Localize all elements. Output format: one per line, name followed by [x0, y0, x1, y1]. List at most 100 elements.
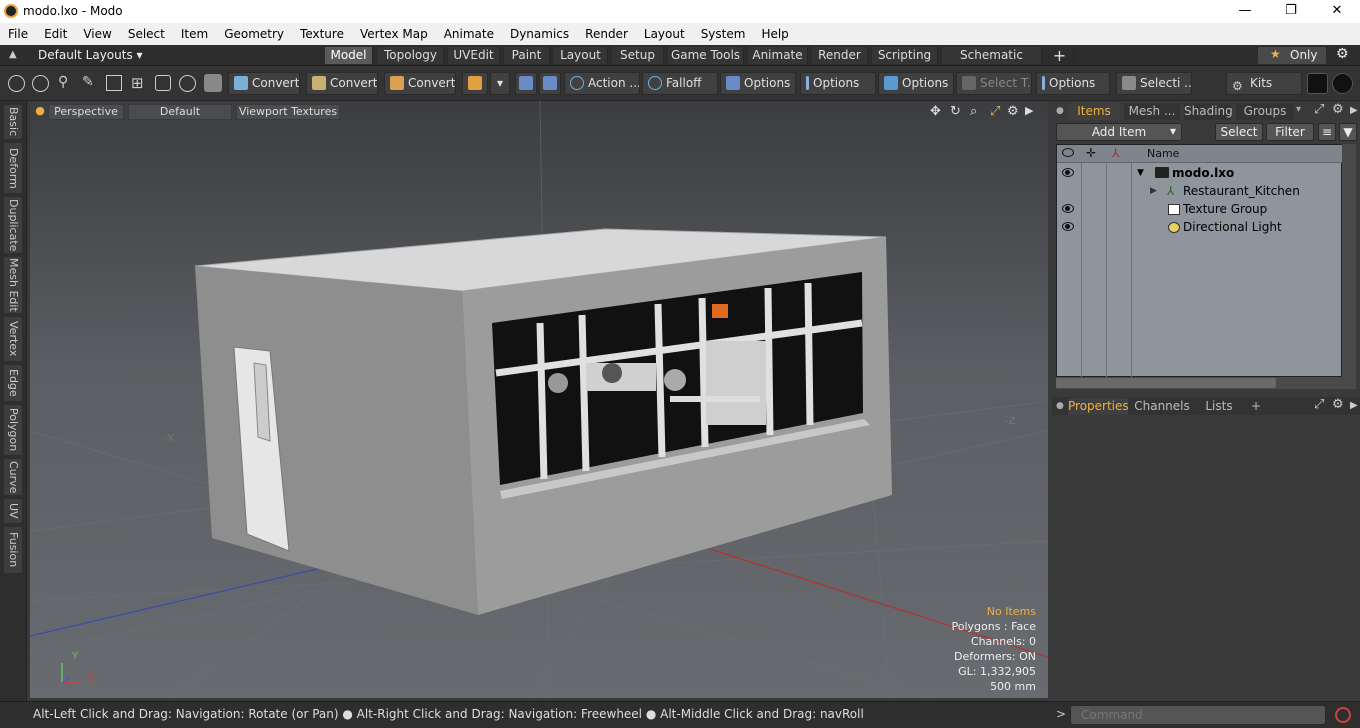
- command-input[interactable]: [1070, 705, 1326, 725]
- options-button-4[interactable]: Options: [1036, 72, 1110, 95]
- tab-schematic-fusion[interactable]: Schematic Fusion: [942, 47, 1042, 79]
- panel-expand-icon[interactable]: ⤢: [1314, 397, 1324, 412]
- close-button[interactable]: ✕: [1314, 0, 1360, 23]
- shield-icon[interactable]: [204, 74, 222, 92]
- menu-texture[interactable]: Texture: [292, 23, 352, 45]
- edge-tool-icon[interactable]: ✎: [82, 74, 94, 90]
- viewport-gear-icon[interactable]: ⚙: [1007, 104, 1019, 119]
- tab-topology[interactable]: Topology: [378, 47, 444, 64]
- restore-button[interactable]: ❐: [1268, 0, 1314, 23]
- tab-groups[interactable]: Groups: [1236, 103, 1294, 120]
- vertical-scrollbar[interactable]: [1342, 144, 1356, 389]
- add-panel-tab-button[interactable]: +: [1246, 398, 1266, 415]
- perspective-button[interactable]: Perspective: [48, 104, 124, 120]
- viewport-textures-button[interactable]: Viewport Textures: [236, 104, 340, 120]
- scrollbar-thumb[interactable]: [1056, 378, 1276, 388]
- vertices-mode-icon[interactable]: [8, 75, 25, 92]
- tab-animate[interactable]: Animate: [748, 47, 808, 64]
- tab-edge[interactable]: Edge: [4, 365, 22, 401]
- menu-edit[interactable]: Edit: [36, 23, 75, 45]
- sphere-mode-icon[interactable]: [32, 75, 49, 92]
- material-mode-icon[interactable]: [155, 75, 171, 91]
- tab-vertex[interactable]: Vertex: [4, 317, 22, 361]
- tree-row-directional-light[interactable]: Directional Light: [1057, 218, 1343, 236]
- menu-system[interactable]: System: [693, 23, 754, 45]
- cube-button[interactable]: [462, 72, 488, 95]
- menu-render[interactable]: Render: [577, 23, 636, 45]
- tab-fusion[interactable]: Fusion: [4, 527, 22, 573]
- menu-geometry[interactable]: Geometry: [216, 23, 292, 45]
- item-mode-icon[interactable]: ⊞: [131, 74, 144, 92]
- tab-basic[interactable]: Basic: [4, 105, 22, 139]
- convert-button-3[interactable]: Convert: [384, 72, 456, 95]
- select-through-button[interactable]: Select T...: [956, 72, 1032, 95]
- unreal-icon[interactable]: [1332, 73, 1353, 94]
- menu-view[interactable]: View: [75, 23, 119, 45]
- tab-deform[interactable]: Deform: [4, 143, 22, 193]
- tab-render[interactable]: Render: [812, 47, 868, 64]
- snap-button[interactable]: [539, 72, 561, 95]
- pen-tool-icon[interactable]: ⚲: [58, 74, 68, 90]
- tab-properties[interactable]: Properties: [1068, 398, 1129, 415]
- tab-polygon[interactable]: Polygon: [4, 405, 22, 455]
- tab-model[interactable]: Model: [325, 47, 373, 64]
- menu-vertex-map[interactable]: Vertex Map: [352, 23, 436, 45]
- select-button[interactable]: Select: [1215, 123, 1263, 141]
- default-shading-button[interactable]: Default: [128, 104, 232, 120]
- minimize-button[interactable]: —: [1222, 0, 1268, 23]
- menu-layout[interactable]: Layout: [636, 23, 693, 45]
- 3d-viewport[interactable]: ● Perspective Default Viewport Textures …: [30, 101, 1048, 698]
- tab-setup[interactable]: Setup: [612, 47, 664, 64]
- only-toggle[interactable]: ★ Only: [1258, 47, 1326, 64]
- tab-uvedit[interactable]: UVEdit: [448, 47, 500, 64]
- filter-button[interactable]: Filter: [1266, 123, 1314, 141]
- menu-dynamics[interactable]: Dynamics: [502, 23, 577, 45]
- action-center-button[interactable]: Action ...: [564, 72, 640, 95]
- viewport-arrow-icon[interactable]: ▶: [1025, 104, 1033, 117]
- dropdown-arrow-icon[interactable]: ▾: [490, 72, 510, 95]
- options-button-2[interactable]: Options: [800, 72, 876, 95]
- record-macro-icon[interactable]: [1335, 707, 1351, 723]
- rotate-view-icon[interactable]: ↻: [950, 104, 961, 119]
- tree-row-restaurant-kitchen[interactable]: ▶ ⅄ Restaurant_Kitchen: [1057, 182, 1343, 200]
- pivot-mode-icon[interactable]: [179, 75, 196, 92]
- unity-icon[interactable]: [1307, 73, 1328, 94]
- tab-layout[interactable]: Layout: [554, 47, 608, 64]
- selection-button[interactable]: Selecti ...: [1116, 72, 1192, 95]
- tab-uv[interactable]: UV: [4, 499, 22, 523]
- menu-item[interactable]: Item: [173, 23, 216, 45]
- kits-button[interactable]: ⚙ Kits: [1226, 72, 1302, 95]
- eye-icon[interactable]: [1062, 222, 1074, 231]
- viewport-menu-dot[interactable]: ●: [34, 104, 46, 120]
- polygon-mode-icon[interactable]: [106, 75, 122, 91]
- menu-select[interactable]: Select: [120, 23, 173, 45]
- tab-duplicate[interactable]: Duplicate: [4, 197, 22, 253]
- tab-shading[interactable]: Shading: [1184, 103, 1233, 120]
- tab-mesh[interactable]: Mesh ...: [1124, 103, 1180, 120]
- add-item-dropdown-icon[interactable]: ▾: [1164, 123, 1182, 141]
- list-options-icon[interactable]: ≡: [1318, 123, 1336, 141]
- panel-menu-dot-icon[interactable]: ●: [1056, 106, 1064, 116]
- options-button-3[interactable]: Options: [878, 72, 954, 95]
- tab-curve[interactable]: Curve: [4, 459, 22, 495]
- maximize-view-icon[interactable]: ⤢: [990, 104, 1000, 119]
- tab-scripting[interactable]: Scripting: [872, 47, 938, 64]
- menu-help[interactable]: Help: [753, 23, 796, 45]
- panel-arrow-icon[interactable]: ▶: [1350, 105, 1358, 116]
- tab-items[interactable]: Items: [1068, 103, 1120, 120]
- tab-paint[interactable]: Paint: [504, 47, 550, 64]
- tab-lists[interactable]: Lists: [1198, 398, 1240, 415]
- convert-button-1[interactable]: Convert: [228, 72, 300, 95]
- panel-gear-icon[interactable]: ⚙: [1332, 397, 1344, 412]
- tab-mesh-edit[interactable]: Mesh Edit: [4, 257, 22, 313]
- tab-channels[interactable]: Channels: [1134, 398, 1190, 415]
- eye-icon[interactable]: [1062, 204, 1074, 213]
- eye-icon[interactable]: [1062, 168, 1074, 177]
- menu-file[interactable]: File: [0, 23, 36, 45]
- expand-arrow-icon[interactable]: ▼: [1137, 164, 1144, 182]
- gear-icon[interactable]: ⚙: [1336, 46, 1349, 62]
- funnel-icon[interactable]: ▼: [1339, 123, 1357, 141]
- panel-gear-icon[interactable]: ⚙: [1332, 102, 1344, 117]
- options-button-1[interactable]: Options: [720, 72, 796, 95]
- add-tab-button[interactable]: +: [1046, 47, 1074, 64]
